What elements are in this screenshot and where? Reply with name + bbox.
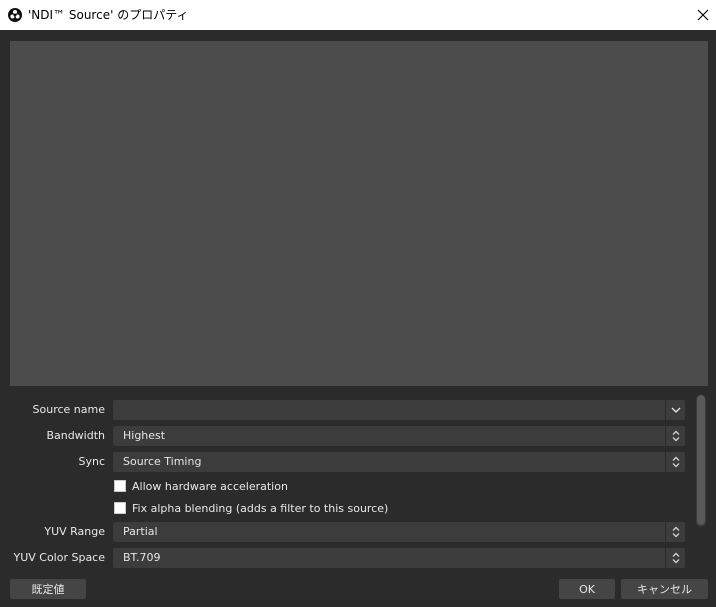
sync-label: Sync [78,455,105,468]
yuv-range-value: Partial [123,525,158,538]
select-arrows[interactable] [665,426,685,446]
fix-alpha-blending-label: Fix alpha blending (adds a filter to thi… [132,501,389,515]
select-arrows[interactable] [665,522,685,542]
up-down-chevron-icon [672,552,679,564]
obs-icon [8,8,22,22]
cancel-button[interactable]: キャンセル [621,579,708,599]
title-bar: 'NDI™ Source' のプロパティ [0,0,716,30]
up-down-chevron-icon [672,526,679,538]
bandwidth-label: Bandwidth [46,429,105,442]
window-title: 'NDI™ Source' のプロパティ [28,8,189,22]
bandwidth-select[interactable]: Highest [113,426,685,446]
source-name-dropdown[interactable] [113,400,685,420]
allow-hardware-acceleration-checkbox[interactable]: Allow hardware acceleration [114,478,288,494]
ok-button[interactable]: OK [559,579,615,599]
source-name-label: Source name [32,403,105,416]
chevron-down-icon [671,407,680,413]
sync-select[interactable]: Source Timing [113,452,685,472]
up-down-chevron-icon [672,430,679,442]
bandwidth-value: Highest [123,429,166,442]
yuv-color-space-label: YUV Color Space [13,551,105,564]
yuv-color-space-select[interactable]: BT.709 [113,548,685,568]
checkbox-box[interactable] [114,502,126,514]
select-arrows[interactable] [665,452,685,472]
select-arrows[interactable] [665,548,685,568]
defaults-button[interactable]: 既定値 [10,579,86,599]
close-icon [697,9,709,21]
properties-scrollbar[interactable] [696,395,706,527]
dropdown-arrow[interactable] [665,400,685,420]
checkbox-box[interactable] [114,480,126,492]
up-down-chevron-icon [672,456,679,468]
close-button[interactable] [690,4,716,26]
yuv-range-label: YUV Range [44,525,105,538]
yuv-color-space-value: BT.709 [123,551,161,564]
yuv-range-select[interactable]: Partial [113,522,685,542]
scrollbar-thumb[interactable] [697,395,705,525]
source-preview [10,41,708,386]
fix-alpha-blending-checkbox[interactable]: Fix alpha blending (adds a filter to thi… [114,500,388,516]
sync-value: Source Timing [123,455,202,468]
allow-hardware-acceleration-label: Allow hardware acceleration [132,479,288,493]
